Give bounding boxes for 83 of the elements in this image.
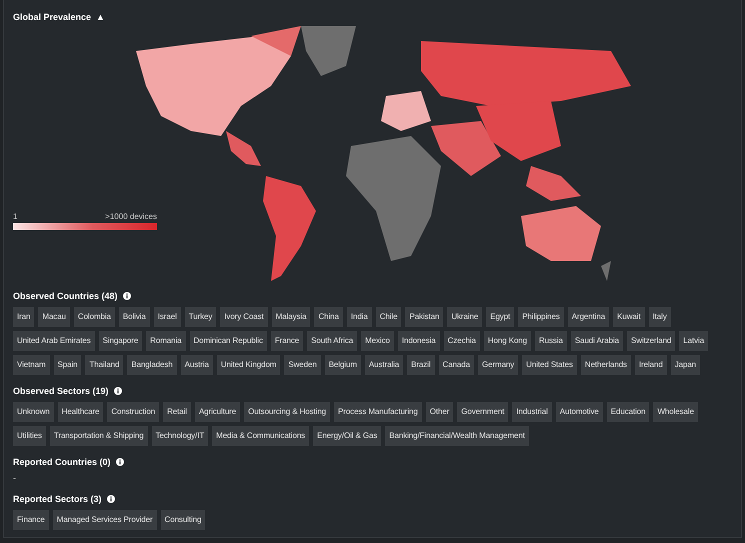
tag: Outsourcing & Hosting bbox=[244, 402, 330, 422]
legend-min-label: 1 bbox=[13, 212, 18, 221]
tag: Transportation & Shipping bbox=[50, 426, 148, 446]
section-title: Global Prevalence bbox=[13, 12, 92, 22]
tag: Israel bbox=[154, 307, 181, 327]
tag: Banking/Financial/Wealth Management bbox=[385, 426, 529, 446]
tag: Utilities bbox=[13, 426, 46, 446]
tag: Indonesia bbox=[398, 331, 440, 351]
tag: Brazil bbox=[407, 355, 435, 375]
tag: Canada bbox=[438, 355, 474, 375]
tag: Netherlands bbox=[580, 355, 631, 375]
legend-max-label: >1000 devices bbox=[105, 212, 157, 221]
tag: Mexico bbox=[361, 331, 394, 351]
tag: Finance bbox=[13, 510, 49, 530]
tag: Managed Services Provider bbox=[52, 510, 157, 530]
tag: India bbox=[346, 307, 372, 327]
tag: Retail bbox=[163, 402, 191, 422]
tag: Consulting bbox=[160, 510, 206, 530]
tag: Ivory Coast bbox=[220, 307, 268, 327]
tag: China bbox=[314, 307, 343, 327]
tag: Media & Communications bbox=[212, 426, 310, 446]
tag: Industrial bbox=[512, 402, 552, 422]
section-heading: Observed Countries (48) bbox=[13, 291, 118, 301]
section-heading: Observed Sectors (19) bbox=[13, 386, 109, 396]
tag: Automotive bbox=[556, 402, 603, 422]
section-heading: Reported Countries (0) bbox=[13, 457, 111, 467]
info-icon[interactable] bbox=[116, 458, 124, 466]
tag: Healthcare bbox=[58, 402, 104, 422]
collapse-toggle[interactable]: ▲ bbox=[96, 12, 105, 22]
tag: Energy/Oil & Gas bbox=[313, 426, 382, 446]
tag: Process Manufacturing bbox=[334, 402, 422, 422]
tag: Ireland bbox=[634, 355, 667, 375]
tag: Japan bbox=[670, 355, 700, 375]
tag: Belgium bbox=[324, 355, 361, 375]
tag: Unknown bbox=[13, 402, 54, 422]
tag: Germany bbox=[478, 355, 518, 375]
tag: Austria bbox=[180, 355, 213, 375]
tag: Iran bbox=[13, 307, 34, 327]
tag: United States bbox=[522, 355, 577, 375]
tag: Malaysia bbox=[272, 307, 310, 327]
tag: United Kingdom bbox=[216, 355, 280, 375]
tag: Sweden bbox=[284, 355, 321, 375]
tag: Education bbox=[606, 402, 650, 422]
tag: Thailand bbox=[85, 355, 124, 375]
tag: Technology/IT bbox=[152, 426, 208, 446]
tag: Italy bbox=[648, 307, 671, 327]
section-heading: Reported Sectors (3) bbox=[13, 494, 102, 504]
tag: Chile bbox=[376, 307, 402, 327]
tag: Russia bbox=[535, 331, 567, 351]
info-icon[interactable] bbox=[106, 495, 115, 503]
tag: Hong Kong bbox=[484, 331, 531, 351]
tag: Australia bbox=[364, 355, 404, 375]
tag: Bolivia bbox=[118, 307, 150, 327]
tag: Latvia bbox=[679, 331, 708, 351]
tag: France bbox=[270, 331, 304, 351]
tag: Kuwait bbox=[613, 307, 645, 327]
tag: Colombia bbox=[74, 307, 115, 327]
tag: Saudi Arabia bbox=[570, 331, 624, 351]
tag: Vietnam bbox=[13, 355, 50, 375]
tag: Construction bbox=[107, 402, 160, 422]
info-icon[interactable] bbox=[122, 292, 131, 300]
tag: Dominican Republic bbox=[190, 331, 267, 351]
tag: Romania bbox=[146, 331, 186, 351]
tag: South Africa bbox=[307, 331, 358, 351]
tag: Turkey bbox=[184, 307, 216, 327]
tag: Macau bbox=[38, 307, 70, 327]
empty-value: - bbox=[13, 473, 17, 483]
tag: Egypt bbox=[486, 307, 514, 327]
tag: Bangladesh bbox=[127, 355, 177, 375]
info-icon[interactable] bbox=[114, 387, 122, 395]
tag: Philippines bbox=[518, 307, 564, 327]
tag: Agriculture bbox=[194, 402, 240, 422]
tag: Singapore bbox=[98, 331, 142, 351]
tag: Czechia bbox=[444, 331, 480, 351]
tag: Wholesale bbox=[653, 402, 698, 422]
tag: Spain bbox=[54, 355, 82, 375]
tag: Ukraine bbox=[447, 307, 482, 327]
tag: United Arab Emirates bbox=[13, 331, 95, 351]
tag: Pakistan bbox=[405, 307, 444, 327]
tag: Government bbox=[457, 402, 508, 422]
tag: Argentina bbox=[568, 307, 610, 327]
tag: Switzerland bbox=[627, 331, 676, 351]
tag: Other bbox=[426, 402, 454, 422]
